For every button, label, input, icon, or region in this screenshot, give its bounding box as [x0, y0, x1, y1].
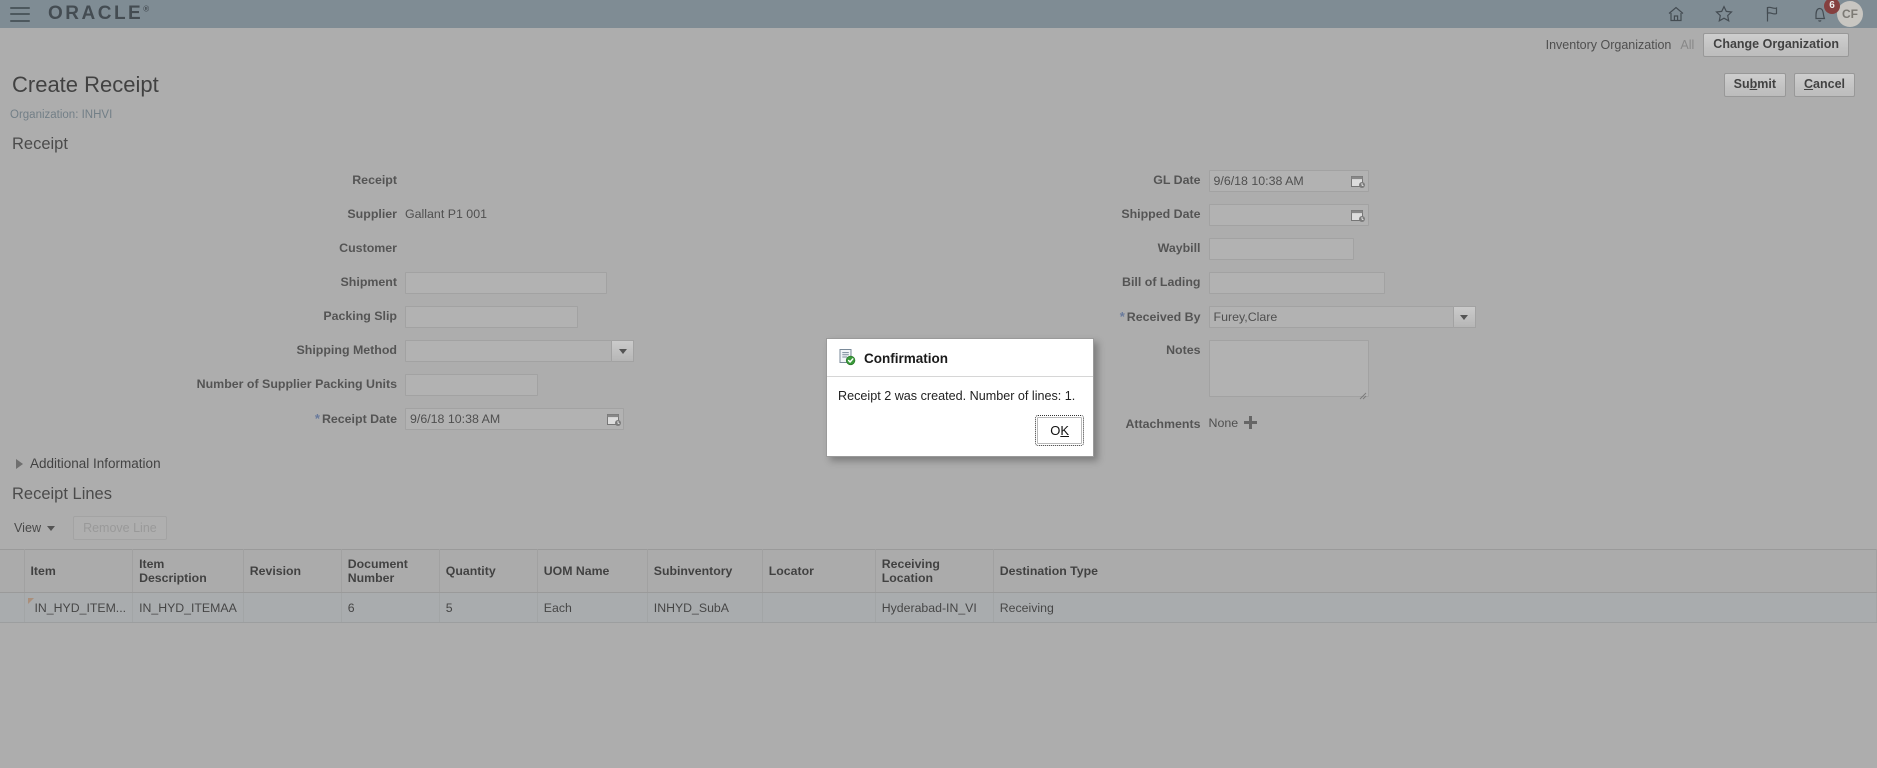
- dialog-title: Confirmation: [864, 351, 948, 366]
- dialog-header: Confirmation: [827, 339, 1093, 377]
- document-check-icon: [838, 348, 856, 369]
- ok-label-mnemonic: K: [1060, 423, 1069, 438]
- confirmation-dialog: Confirmation Receipt 2 was created. Numb…: [826, 338, 1094, 457]
- page-root: ORACLE® 6 CF Inventory Organization All …: [0, 0, 1877, 768]
- dialog-message: Receipt 2 was created. Number of lines: …: [838, 389, 1076, 403]
- ok-label-pre: O: [1050, 423, 1061, 438]
- ok-button[interactable]: OK: [1035, 415, 1084, 446]
- dialog-footer: OK: [827, 407, 1093, 456]
